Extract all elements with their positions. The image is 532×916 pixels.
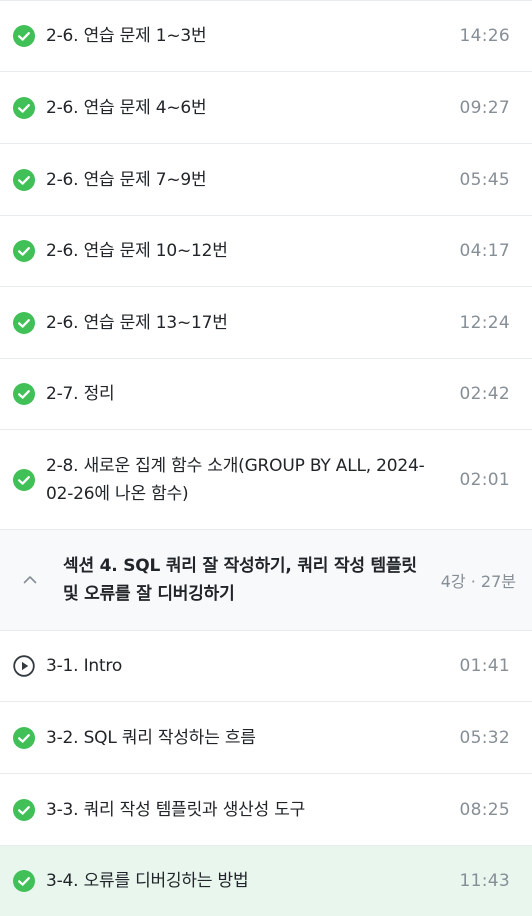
lesson-duration: 11:43: [459, 871, 510, 891]
lesson-row[interactable]: 2-7. 정리 02:42: [0, 359, 532, 430]
lesson-duration: 01:41: [459, 656, 510, 676]
lesson-title: 2-6. 연습 문제 7~9번: [46, 169, 207, 190]
lesson-title: 2-7. 정리: [46, 384, 115, 404]
lesson-row[interactable]: 2-6. 연습 문제 7~9번 05:45: [0, 144, 532, 216]
lesson-duration: 04:17: [459, 241, 510, 261]
check-circle-icon: [13, 726, 35, 749]
curriculum-list: 2-6. 연습 문제 1~3번 14:26 2-6. 연습 문제 4~6번 09…: [0, 0, 532, 916]
check-circle-icon: [13, 870, 35, 892]
lesson-title: 2-8. 새로운 집계 함수 소개(GROUP BY ALL, 2024-02-…: [46, 455, 425, 504]
lesson-title: 2-6. 연습 문제 13~17번: [46, 312, 228, 333]
check-circle-icon: [13, 798, 35, 821]
lesson-row[interactable]: 3-3. 쿼리 작성 템플릿과 생산성 도구 08:25: [0, 774, 532, 846]
lesson-row[interactable]: 2-6. 연습 문제 13~17번 12:24: [0, 287, 532, 359]
lesson-row[interactable]: 3-2. SQL 쿼리 작성하는 흐름 05:32: [0, 702, 532, 774]
lesson-row[interactable]: 2-6. 연습 문제 4~6번 09:27: [0, 72, 532, 144]
lesson-row[interactable]: 2-6. 연습 문제 1~3번 14:26: [0, 1, 532, 72]
check-circle-icon: [13, 311, 35, 334]
lesson-duration: 05:32: [459, 727, 510, 748]
section-header[interactable]: 섹션 4. SQL 쿼리 잘 작성하기, 쿼리 작성 템플릿 및 오류를 잘 디…: [0, 530, 532, 631]
lesson-title: 3-2. SQL 쿼리 작성하는 흐름: [46, 727, 256, 748]
check-circle-icon: [13, 25, 35, 47]
lesson-duration: 05:45: [459, 169, 510, 190]
check-circle-icon: [13, 168, 35, 191]
section-meta: 4강 · 27분: [440, 572, 516, 591]
lesson-title: 2-6. 연습 문제 1~3번: [46, 26, 207, 46]
check-circle-icon: [13, 383, 35, 405]
section-title: 섹션 4. SQL 쿼리 잘 작성하기, 쿼리 작성 템플릿 및 오류를 잘 디…: [63, 556, 417, 604]
lesson-title: 3-1. Intro: [46, 656, 123, 676]
lesson-row-active[interactable]: 3-4. 오류를 디버깅하는 방법 11:43: [0, 846, 532, 916]
lesson-title: 3-3. 쿼리 작성 템플릿과 생산성 도구: [46, 799, 306, 820]
lesson-duration: 02:42: [459, 384, 510, 404]
lesson-duration: 02:01: [459, 469, 510, 490]
check-circle-icon: [13, 468, 35, 491]
lesson-duration: 12:24: [459, 312, 510, 333]
lesson-duration: 09:27: [459, 97, 510, 118]
lesson-duration: 14:26: [459, 26, 510, 46]
lesson-row[interactable]: 3-1. Intro 01:41: [0, 631, 532, 702]
check-circle-icon: [13, 96, 35, 119]
lesson-duration: 08:25: [459, 799, 510, 820]
check-circle-icon: [13, 240, 35, 262]
lesson-title: 3-4. 오류를 디버깅하는 방법: [46, 871, 249, 891]
lesson-row[interactable]: 2-8. 새로운 집계 함수 소개(GROUP BY ALL, 2024-02-…: [0, 430, 532, 530]
lesson-title: 2-6. 연습 문제 10~12번: [46, 241, 228, 261]
lesson-title: 2-6. 연습 문제 4~6번: [46, 97, 207, 118]
chevron-up-icon[interactable]: [20, 570, 40, 590]
play-circle-icon: [13, 655, 35, 677]
lesson-row[interactable]: 2-6. 연습 문제 10~12번 04:17: [0, 216, 532, 287]
